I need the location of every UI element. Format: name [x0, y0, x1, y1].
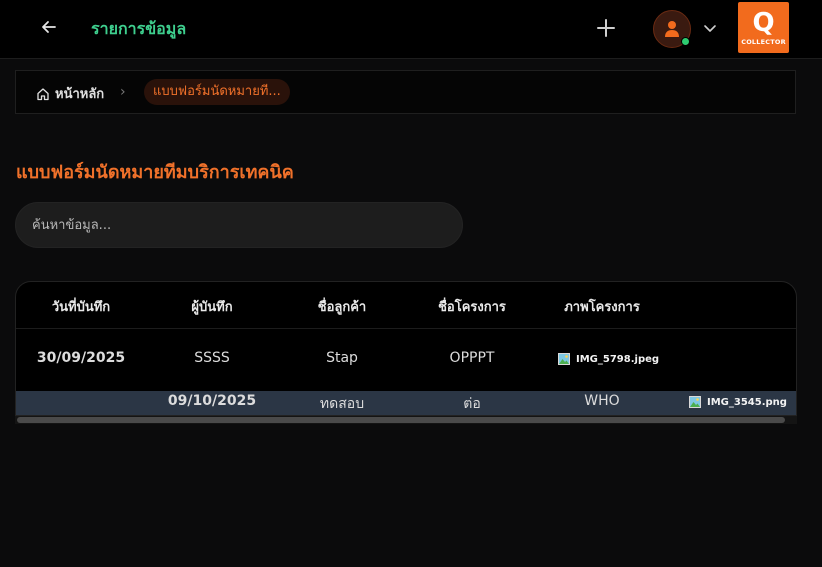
table-header: วันที่บันทึก ผู้บันทึก ชื่อลูกค้า ชื่อโค…	[16, 282, 796, 329]
breadcrumb-home-label: หน้าหลัก	[55, 87, 105, 102]
cell-project-image-link[interactable]: IMG_5798.jpeg	[558, 353, 659, 365]
cell-date: 30/09/2025	[36, 350, 126, 366]
chevron-down-icon	[704, 25, 716, 32]
image-file-icon	[689, 396, 701, 408]
column-header-project[interactable]: ชื่อโครงการ	[438, 296, 506, 317]
cell-customer: Stap	[326, 350, 358, 366]
cell-project: WHO	[584, 393, 620, 409]
chevron-right-icon: ›	[120, 84, 126, 100]
cell-customer: ต่อ	[463, 396, 481, 412]
user-icon	[665, 21, 679, 37]
column-header-project-image[interactable]: ภาพโครงการ	[564, 296, 640, 317]
breadcrumb: หน้าหลัก › แบบฟอร์มนัดหมายที...	[15, 70, 796, 114]
column-header-customer[interactable]: ชื่อลูกค้า	[318, 296, 366, 317]
file-name: IMG_5798.jpeg	[576, 353, 660, 365]
online-status-dot	[681, 37, 690, 46]
image-file-icon	[558, 353, 570, 365]
add-button[interactable]	[592, 14, 620, 42]
cell-project-image-link[interactable]: IMG_3545.png	[689, 396, 787, 408]
column-header-date[interactable]: วันที่บันทึก	[52, 296, 110, 317]
breadcrumb-current[interactable]: แบบฟอร์มนัดหมายที...	[144, 79, 290, 105]
account-menu-toggle[interactable]	[700, 18, 720, 38]
user-avatar[interactable]	[653, 10, 691, 48]
cell-date: 09/10/2025	[167, 393, 257, 409]
data-table: วันที่บันทึก ผู้บันทึก ชื่อลูกค้า ชื่อโค…	[15, 281, 797, 416]
cell-recorder: ทดสอบ	[319, 396, 365, 412]
page-title: แบบฟอร์มนัดหมายทีมบริการเทคนิค	[16, 162, 294, 183]
table-row[interactable]: 30/09/2025 SSSS Stap OPPPT IMG_5798.jpeg	[16, 329, 796, 390]
arrow-left-icon	[42, 21, 56, 33]
table-row[interactable]: 09/10/2025 ทดสอบ ต่อ WHO IMG_3545.png	[16, 391, 796, 415]
logo-text: COLLECTOR	[741, 37, 786, 46]
page-header-title: รายการข้อมูล	[91, 19, 187, 38]
app-logo[interactable]: Q COLLECTOR	[738, 2, 789, 53]
plus-icon	[597, 19, 615, 37]
logo-letter: Q	[752, 7, 775, 38]
file-name: IMG_3545.png	[707, 396, 787, 408]
cell-project: OPPPT	[449, 350, 495, 366]
scrollbar-thumb[interactable]	[17, 417, 785, 423]
back-button[interactable]	[36, 14, 62, 40]
column-header-recorder[interactable]: ผู้บันทึก	[191, 296, 232, 317]
home-icon	[37, 87, 49, 100]
search-input[interactable]	[15, 202, 463, 248]
cell-recorder: SSSS	[194, 350, 230, 366]
horizontal-scrollbar[interactable]	[15, 416, 797, 424]
breadcrumb-home-link[interactable]: หน้าหลัก	[36, 83, 104, 104]
top-bar: รายการข้อมูล Q COLLECTOR	[0, 0, 822, 59]
